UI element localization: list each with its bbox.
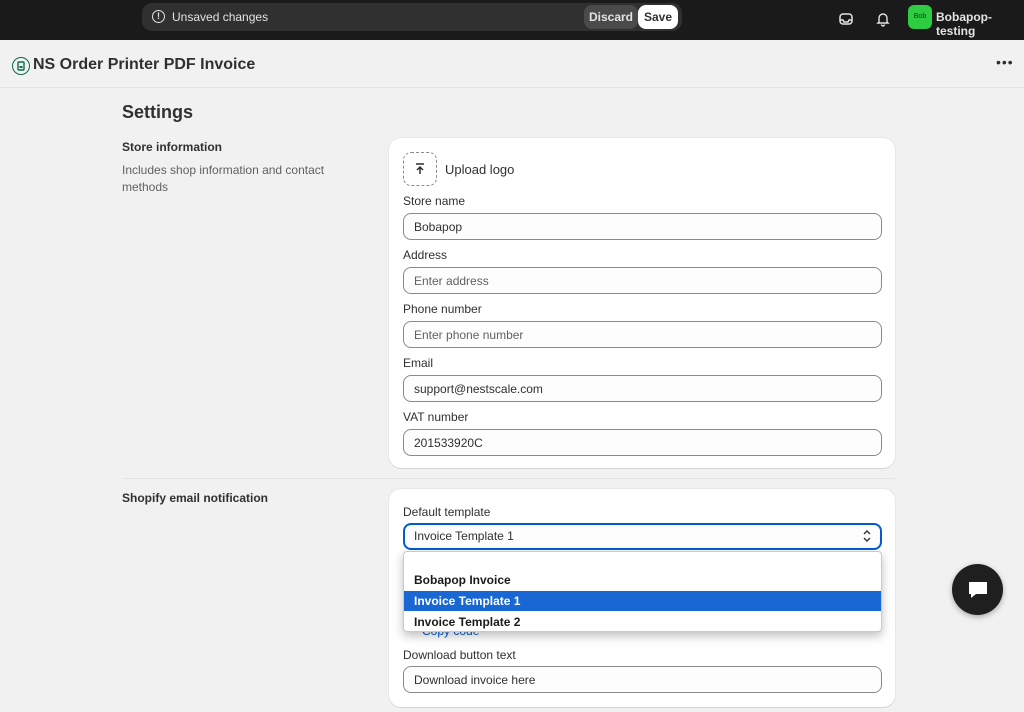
ellipsis-icon[interactable]: ••• [996,54,1014,70]
phone-input[interactable] [403,321,882,348]
chat-button[interactable] [952,564,1003,615]
download-button-text-input[interactable] [403,666,882,693]
app-title: NS Order Printer PDF Invoice [33,56,256,73]
vat-input[interactable] [403,429,882,456]
address-label: Address [403,248,448,262]
chat-bubble-icon [968,581,987,598]
default-template-select[interactable]: Invoice Template 1 [403,523,882,550]
template-dropdown-list: Bobapop Invoice Invoice Template 1 Invoi… [403,551,882,632]
phone-label: Phone number [403,302,482,316]
avatar[interactable]: Bob [908,5,932,29]
email-input[interactable] [403,375,882,402]
email-notification-title: Shopify email notification [122,491,269,505]
section-divider [122,478,895,479]
selected-template-value: Invoice Template 1 [414,529,514,543]
store-name-menu[interactable]: Bobapop-testing [936,10,1024,38]
page-title: Settings [122,102,194,122]
store-name-input[interactable] [403,213,882,240]
store-info-title: Store information [122,140,223,154]
download-button-text-label: Download button text [403,648,516,662]
app-logo-icon [12,57,30,75]
inbox-icon[interactable] [836,9,856,29]
template-option[interactable]: Invoice Template 2 [404,612,881,631]
email-label: Email [403,356,434,370]
upload-logo-button[interactable] [403,152,437,186]
alert-circle-icon: ! [152,10,165,23]
top-bar: ! Unsaved changes Discard Save Bob Bobap… [0,0,1024,40]
address-input[interactable] [403,267,882,294]
app-title-bar: NS Order Printer PDF Invoice ••• [0,40,1024,88]
default-template-label: Default template [403,505,491,519]
save-button[interactable]: Save [638,5,678,29]
unsaved-changes-text: Unsaved changes [172,10,269,24]
upload-logo-label[interactable]: Upload logo [445,162,514,177]
template-option[interactable]: Bobapop Invoice [404,570,881,590]
unsaved-changes-bar: ! Unsaved changes Discard Save [142,3,682,31]
upload-icon [416,163,424,174]
chevron-up-down-icon [863,530,871,542]
store-name-label: Store name [403,194,466,208]
vat-label: VAT number [403,410,469,424]
template-option-selected[interactable]: Invoice Template 1 [404,591,881,611]
discard-button[interactable]: Discard [584,5,638,29]
bell-icon[interactable] [873,9,893,29]
store-info-description: Includes shop information and contact me… [122,163,325,194]
